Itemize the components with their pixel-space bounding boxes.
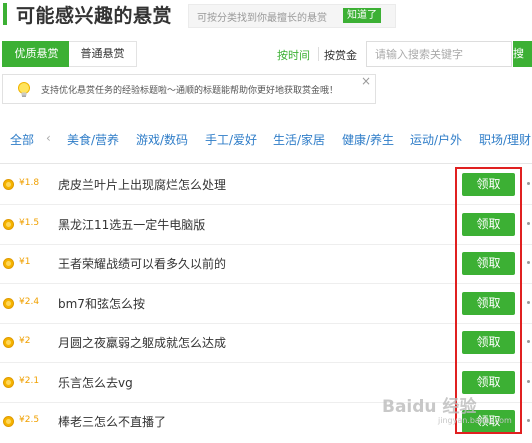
reward-amount: ¥2.5 (19, 415, 40, 425)
lightbulb-icon (16, 81, 32, 103)
coin-icon (3, 416, 14, 427)
more-dot (527, 182, 530, 185)
category-crafts[interactable]: 手工/爱好 (205, 131, 257, 148)
list-item: ¥1.8 虎皮兰叶片上出现腐烂怎么处理 领取 (0, 166, 532, 205)
question-title[interactable]: 黑龙江11选五一定牛电脑版 (58, 216, 205, 233)
list-item: ¥1 王者荣耀战绩可以看多久以前的 领取 (0, 245, 532, 284)
reward-amount: ¥2 (19, 336, 31, 346)
title-accent-bar (3, 3, 7, 25)
category-sports[interactable]: 运动/户外 (410, 131, 462, 148)
more-dot (527, 221, 530, 225)
category-career[interactable]: 职场/理财 (479, 131, 531, 148)
reward-amount: ¥1.8 (19, 178, 40, 188)
search-input[interactable] (375, 43, 505, 65)
coin-icon (3, 258, 14, 269)
more-dot (527, 379, 530, 383)
question-title[interactable]: 月圆之夜羸弱之躯成就怎么达成 (58, 334, 226, 351)
watermark-url: jingyan.baidu.com (438, 416, 512, 425)
question-title[interactable]: 乐言怎么去vg (58, 374, 133, 391)
more-dot (527, 261, 530, 264)
sort-by-reward[interactable]: 按赏金 (324, 47, 357, 63)
category-all[interactable]: 全部 (10, 131, 34, 148)
reward-amount: ¥2.1 (19, 375, 40, 386)
reward-amount: ¥1.5 (19, 217, 40, 228)
coin-icon (3, 297, 14, 309)
question-title[interactable]: 棒老三怎么不直播了 (58, 413, 166, 430)
category-food[interactable]: 美食/营养 (67, 131, 119, 148)
category-games[interactable]: 游戏/数码 (136, 131, 188, 148)
reward-amount: ¥1 (19, 257, 31, 267)
more-dot (527, 300, 530, 304)
category-nav: 全部 ‹ 美食/营养 游戏/数码 手工/爱好 生活/家居 健康/养生 运动/户外… (0, 128, 532, 152)
watermark: Baidu 经验 (382, 397, 477, 417)
coin-icon (3, 218, 14, 230)
coin-icon (3, 337, 14, 348)
category-health[interactable]: 健康/养生 (342, 131, 394, 148)
question-title[interactable]: bm7和弦怎么按 (58, 295, 145, 312)
tip-ok-button[interactable]: 知道了 (343, 8, 381, 23)
question-title[interactable]: 虎皮兰叶片上出现腐烂怎么处理 (58, 176, 226, 193)
sort-by-time[interactable]: 按时间 (277, 47, 310, 63)
tab-normal[interactable]: 普通悬赏 (69, 41, 137, 67)
close-icon[interactable]: × (361, 74, 371, 88)
coin-icon (3, 376, 14, 388)
search-button[interactable]: 搜 (513, 41, 532, 67)
sort-divider (318, 47, 319, 61)
search-box (366, 41, 512, 67)
notice-text: 支持优化悬赏任务的经验标题啦～通顺的标题能帮助你更好地获取赏金哦！ (41, 86, 339, 96)
list-item: ¥2 月圆之夜羸弱之躯成就怎么达成 领取 (0, 324, 532, 363)
reward-amount: ¥2.4 (19, 296, 40, 307)
filter-bar: 优质悬赏 普通悬赏 按时间 按赏金 搜 (0, 41, 532, 69)
page-header: 可能感兴趣的悬赏 可按分类找到你最擅长的悬赏 知道了 (0, 0, 532, 34)
divider (0, 163, 532, 164)
tip-text: 可按分类找到你最擅长的悬赏 (197, 13, 327, 24)
more-dot (527, 419, 530, 422)
coin-icon (3, 179, 14, 190)
list-item: ¥2.4 bm7和弦怎么按 领取 (0, 285, 532, 324)
more-dot (527, 340, 530, 343)
tab-premium[interactable]: 优质悬赏 (2, 41, 71, 67)
page-title: 可能感兴趣的悬赏 (16, 5, 173, 27)
list-item: ¥1.5 黑龙江11选五一定牛电脑版 领取 (0, 206, 532, 245)
question-title[interactable]: 王者荣耀战绩可以看多久以前的 (58, 255, 226, 272)
chevron-left-icon[interactable]: ‹ (46, 131, 51, 145)
notice-banner: 支持优化悬赏任务的经验标题啦～通顺的标题能帮助你更好地获取赏金哦！ × (2, 74, 376, 104)
category-home[interactable]: 生活/家居 (273, 131, 325, 148)
tip-box: 可按分类找到你最擅长的悬赏 知道了 (188, 4, 396, 28)
